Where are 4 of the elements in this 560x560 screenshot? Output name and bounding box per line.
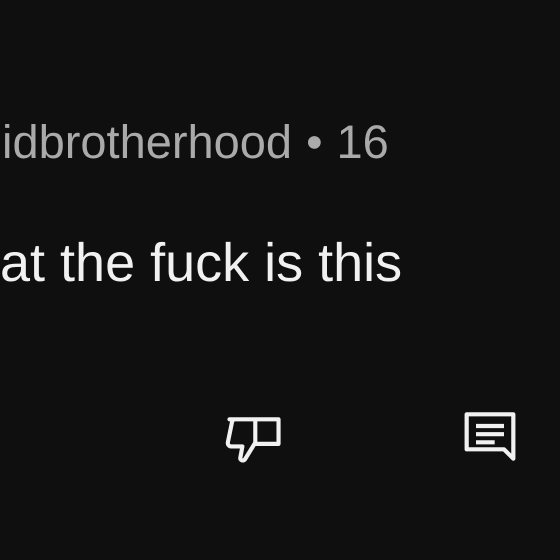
comment-time: 16 [336,118,389,165]
author-name[interactable]: idbrotherhood [2,118,292,165]
separator-dot: • [306,118,323,165]
comment-text: at the fuck is this [0,236,402,290]
